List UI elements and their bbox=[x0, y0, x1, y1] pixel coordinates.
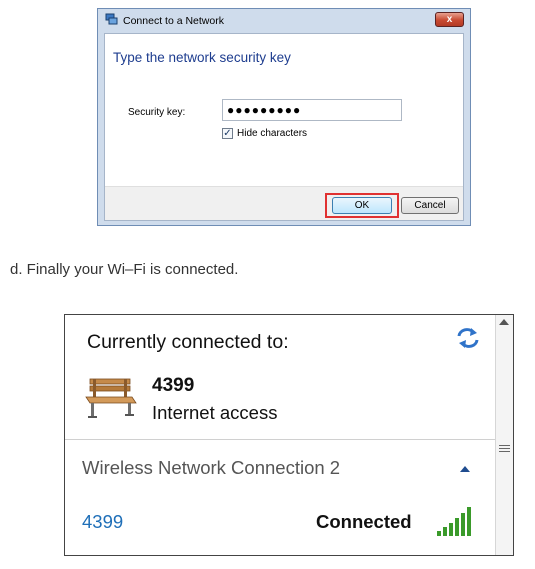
cancel-button[interactable]: Cancel bbox=[401, 197, 459, 214]
network-flyout: Currently connected to: 4399 Internet ac… bbox=[64, 314, 514, 556]
network-list-item-name[interactable]: 4399 bbox=[82, 511, 123, 533]
instruction-caption: d. Finally your Wi–Fi is connected. bbox=[10, 261, 239, 278]
connection-status: Connected bbox=[316, 511, 412, 532]
ok-button[interactable]: OK bbox=[332, 197, 392, 214]
scroll-grip-icon[interactable] bbox=[499, 445, 510, 454]
hide-characters-label: Hide characters bbox=[237, 128, 308, 139]
hide-characters-checkbox[interactable]: ✓ bbox=[222, 128, 233, 139]
section-divider bbox=[65, 439, 495, 440]
refresh-icon[interactable] bbox=[456, 327, 480, 349]
bench-icon bbox=[85, 378, 137, 418]
chevron-up-icon[interactable] bbox=[460, 466, 470, 472]
dialog-title: Connect to a Network bbox=[123, 15, 224, 27]
scrollbar[interactable] bbox=[495, 315, 513, 555]
connect-to-network-dialog: Connect to a Network x Type the network … bbox=[97, 8, 471, 226]
signal-strength-icon bbox=[437, 507, 471, 536]
connected-network-name: 4399 bbox=[152, 375, 195, 396]
security-key-label: Security key: bbox=[128, 107, 186, 118]
dialog-button-bar: OK Cancel bbox=[105, 186, 463, 220]
network-access-status: Internet access bbox=[152, 402, 278, 423]
dialog-content: Type the network security key Security k… bbox=[104, 33, 464, 221]
dialog-heading: Type the network security key bbox=[113, 50, 291, 65]
close-button[interactable]: x bbox=[435, 12, 464, 27]
network-icon bbox=[105, 13, 118, 25]
currently-connected-label: Currently connected to: bbox=[87, 331, 289, 353]
scroll-up-arrow-icon[interactable] bbox=[499, 319, 509, 325]
security-key-input[interactable]: ●●●●●●●●● bbox=[222, 99, 402, 121]
connection-group-label[interactable]: Wireless Network Connection 2 bbox=[82, 457, 340, 479]
dialog-titlebar[interactable]: Connect to a Network x bbox=[98, 9, 470, 33]
